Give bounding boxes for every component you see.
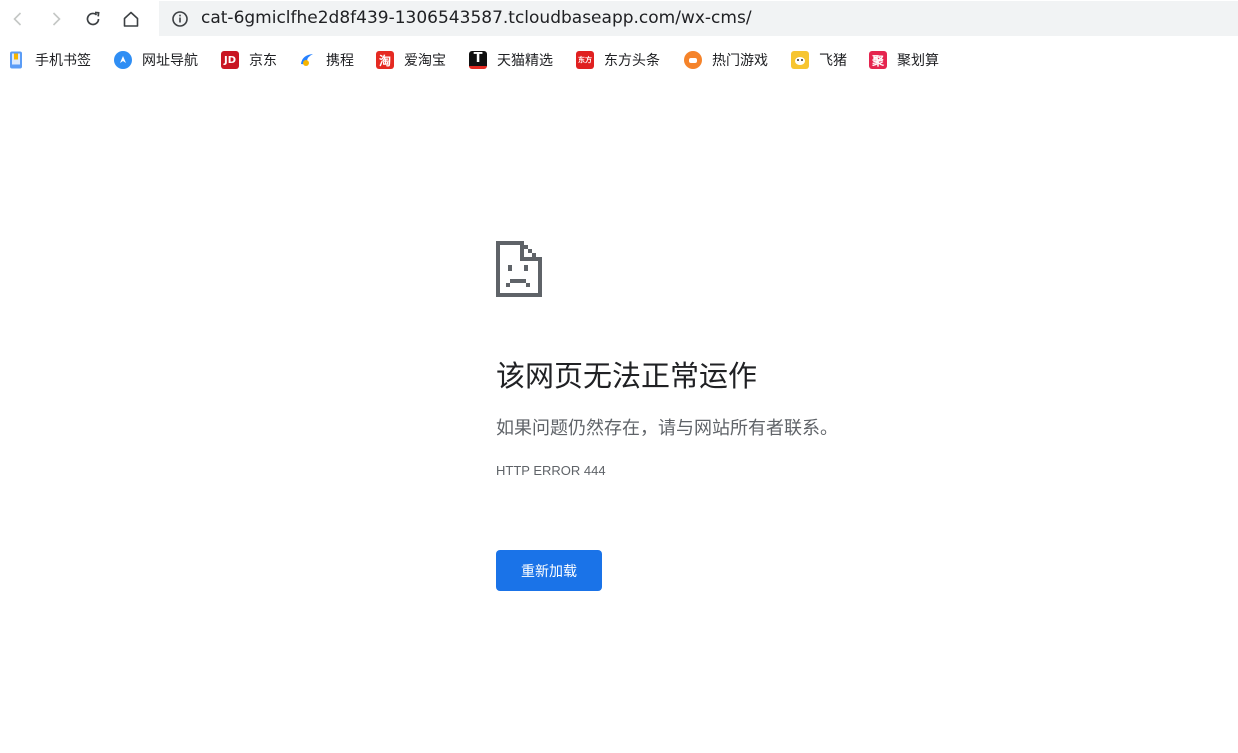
- phone-bookmark-icon: [7, 51, 25, 69]
- bookmark-label: 东方头条: [604, 53, 660, 69]
- reload-page-button[interactable]: 重新加载: [496, 550, 602, 591]
- bookmark-label: 手机书签: [35, 53, 91, 69]
- bookmark-label: 聚划算: [897, 53, 939, 69]
- bookmark-navigation[interactable]: 网址导航: [114, 48, 198, 72]
- address-url[interactable]: cat-6gmiclfhe2d8f439-1306543587.tcloudba…: [201, 8, 752, 28]
- fliggy-icon: [791, 51, 809, 69]
- bookmark-taobao[interactable]: 淘 爱淘宝: [376, 48, 446, 72]
- bookmark-mobile[interactable]: 手机书签: [7, 48, 91, 72]
- bookmark-label: 飞猪: [819, 53, 847, 69]
- bookmark-fliggy[interactable]: 飞猪: [791, 48, 847, 72]
- reload-button[interactable]: [80, 6, 106, 32]
- error-description: 如果问题仍然存在，请与网站所有者联系。: [496, 418, 838, 439]
- taobao-icon: 淘: [376, 51, 394, 69]
- forward-arrow-icon: [52, 12, 61, 26]
- error-code: HTTP ERROR 444: [496, 463, 606, 478]
- bookmark-label: 天猫精选: [497, 53, 553, 69]
- bookmark-ctrip[interactable]: 携程: [298, 48, 354, 72]
- forward-button[interactable]: [43, 6, 69, 32]
- ctrip-icon: [298, 51, 316, 69]
- home-button[interactable]: [118, 6, 144, 32]
- bookmark-games[interactable]: 热门游戏: [684, 48, 768, 72]
- dongfang-icon: 东方: [576, 51, 594, 69]
- home-icon: [123, 11, 139, 27]
- juhuasuan-icon: 聚: [869, 51, 887, 69]
- jd-icon: JD: [221, 51, 239, 69]
- info-circle-icon[interactable]: [171, 10, 189, 28]
- sad-page-icon: [496, 241, 542, 297]
- bookmark-label: 热门游戏: [712, 53, 768, 69]
- bookmark-label: 爱淘宝: [404, 53, 446, 69]
- bookmarks-bar: 手机书签 网址导航 JD 京东 携程 淘 爱淘宝 T 天猫精选 东方 东方头条 …: [0, 45, 1238, 75]
- tmall-icon: T: [469, 51, 487, 69]
- browser-toolbar: cat-6gmiclfhe2d8f439-1306543587.tcloudba…: [0, 0, 1238, 38]
- bookmark-jd[interactable]: JD 京东: [221, 48, 277, 72]
- reload-icon: [86, 11, 100, 26]
- bookmark-label: 京东: [249, 53, 277, 69]
- navigation-icon: [114, 51, 132, 69]
- address-bar[interactable]: cat-6gmiclfhe2d8f439-1306543587.tcloudba…: [159, 1, 1238, 36]
- bookmark-juhuasuan[interactable]: 聚 聚划算: [869, 48, 939, 72]
- bookmark-dongfang[interactable]: 东方 东方头条: [576, 48, 660, 72]
- back-arrow-icon: [13, 12, 22, 26]
- error-title: 该网页无法正常运作: [496, 359, 758, 393]
- games-icon: [684, 51, 702, 69]
- bookmark-tmall[interactable]: T 天猫精选: [469, 48, 553, 72]
- bookmark-label: 网址导航: [142, 53, 198, 69]
- back-button[interactable]: [5, 6, 31, 32]
- bookmark-label: 携程: [326, 53, 354, 69]
